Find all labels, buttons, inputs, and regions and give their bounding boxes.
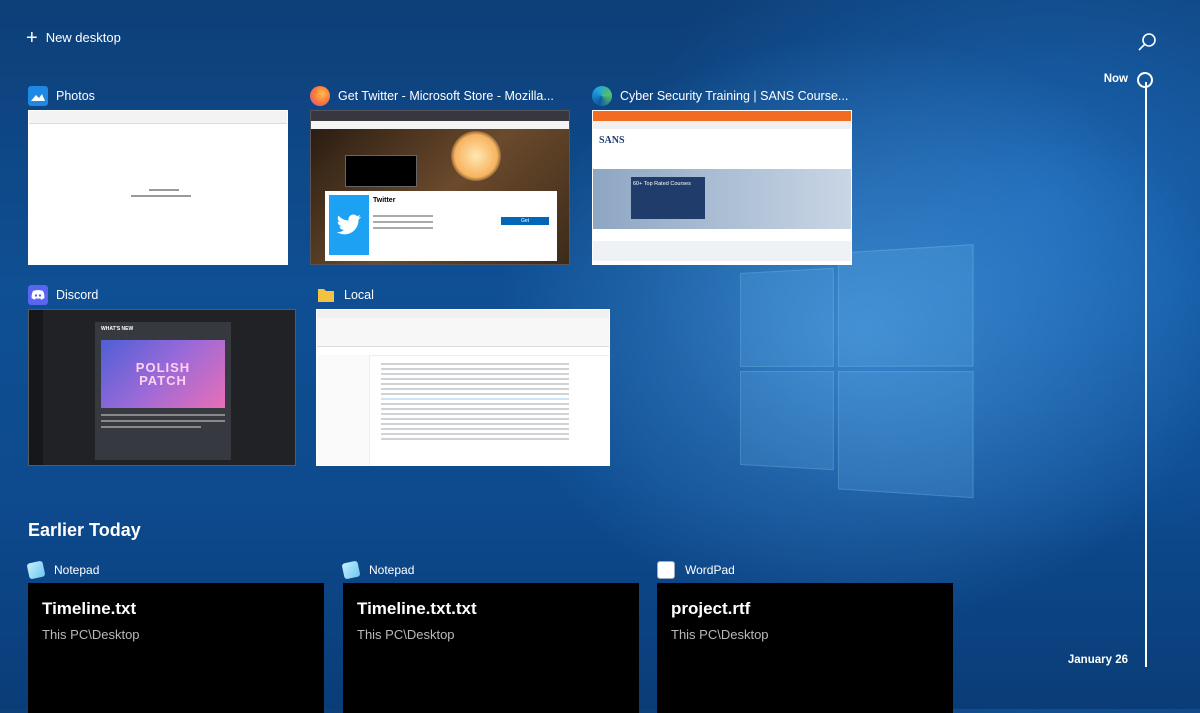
timeline-handle[interactable] xyxy=(1137,72,1153,88)
search-button[interactable] xyxy=(1136,30,1160,54)
window-card-header: Cyber Security Training | SANS Course... xyxy=(592,85,852,107)
window-card-header: Photos xyxy=(28,85,288,107)
window-title: Cyber Security Training | SANS Course... xyxy=(620,89,849,103)
window-card-file-explorer[interactable]: Local xyxy=(316,284,610,466)
window-card-edge[interactable]: Cyber Security Training | SANS Course...… xyxy=(592,85,852,265)
search-icon xyxy=(1138,33,1156,51)
activity-card[interactable]: Notepad Timeline.txt.txt This PC\Desktop xyxy=(341,560,639,713)
window-card-firefox[interactable]: Get Twitter - Microsoft Store - Mozilla.… xyxy=(310,85,570,265)
notepad-icon xyxy=(341,560,361,580)
activity-app-name: Notepad xyxy=(369,563,415,577)
activity-file-path: This PC\Desktop xyxy=(357,627,455,642)
firefox-icon xyxy=(310,86,330,106)
window-thumbnail[interactable]: WHAT'S NEW POLISH PATCH xyxy=(28,309,296,466)
window-title: Discord xyxy=(56,288,99,302)
whats-new-heading: WHAT'S NEW xyxy=(101,326,134,332)
timeline-date-label[interactable]: January 26 xyxy=(1050,654,1128,666)
activity-card[interactable]: WordPad project.rtf This PC\Desktop xyxy=(657,560,953,713)
window-title: Local xyxy=(344,288,374,302)
windows-logo-wallpaper xyxy=(740,239,974,500)
activity-header: Notepad xyxy=(26,560,324,580)
photos-icon xyxy=(28,86,48,106)
activity-file-path: This PC\Desktop xyxy=(671,627,769,642)
polish-patch-art: POLISH PATCH xyxy=(101,340,225,408)
activity-file-name: Timeline.txt xyxy=(42,599,137,618)
activity-body[interactable]: Timeline.txt This PC\Desktop xyxy=(28,583,324,713)
activity-file-path: This PC\Desktop xyxy=(42,627,140,642)
activity-card[interactable]: Notepad Timeline.txt This PC\Desktop xyxy=(26,560,324,713)
window-title: Photos xyxy=(56,89,95,103)
window-card-header: Get Twitter - Microsoft Store - Mozilla.… xyxy=(310,85,570,107)
new-desktop-button[interactable]: + New desktop xyxy=(26,26,121,49)
notepad-icon xyxy=(26,560,46,580)
activity-header: Notepad xyxy=(341,560,639,580)
activity-body[interactable]: Timeline.txt.txt This PC\Desktop xyxy=(343,583,639,713)
timeline-now-label[interactable]: Now xyxy=(1090,73,1128,85)
sans-logo: SANS xyxy=(599,135,625,146)
twitter-logo xyxy=(329,195,369,255)
activity-app-name: Notepad xyxy=(54,563,100,577)
window-thumbnail[interactable] xyxy=(316,309,610,466)
window-card-header: Local xyxy=(316,284,610,306)
sans-banner: 60+ Top Rated Courses xyxy=(633,181,691,187)
activity-app-name: WordPad xyxy=(685,563,735,577)
window-thumbnail[interactable]: Twitter Get xyxy=(310,110,570,265)
new-desktop-label: New desktop xyxy=(45,30,121,45)
timeline-scrollbar[interactable] xyxy=(1145,82,1147,667)
window-thumbnail[interactable]: SANS 60+ Top Rated Courses xyxy=(592,110,852,265)
activity-body[interactable]: project.rtf This PC\Desktop xyxy=(657,583,953,713)
window-card-header: Discord xyxy=(28,284,296,306)
window-thumbnail[interactable] xyxy=(28,110,288,265)
edge-icon xyxy=(592,86,612,106)
discord-icon xyxy=(28,285,48,305)
activity-file-name: project.rtf xyxy=(671,599,751,618)
folder-icon xyxy=(316,285,336,305)
activity-header: WordPad xyxy=(657,560,953,580)
twitter-app-name: Twitter xyxy=(373,197,396,204)
window-card-discord[interactable]: Discord WHAT'S NEW POLISH PATCH xyxy=(28,284,296,466)
get-button: Get xyxy=(501,217,549,225)
plus-icon: + xyxy=(26,26,38,49)
activity-file-name: Timeline.txt.txt xyxy=(357,599,477,618)
wordpad-icon xyxy=(657,561,675,579)
window-title: Get Twitter - Microsoft Store - Mozilla.… xyxy=(338,89,554,103)
earlier-today-heading: Earlier Today xyxy=(28,520,141,540)
window-card-photos[interactable]: Photos xyxy=(28,85,288,265)
